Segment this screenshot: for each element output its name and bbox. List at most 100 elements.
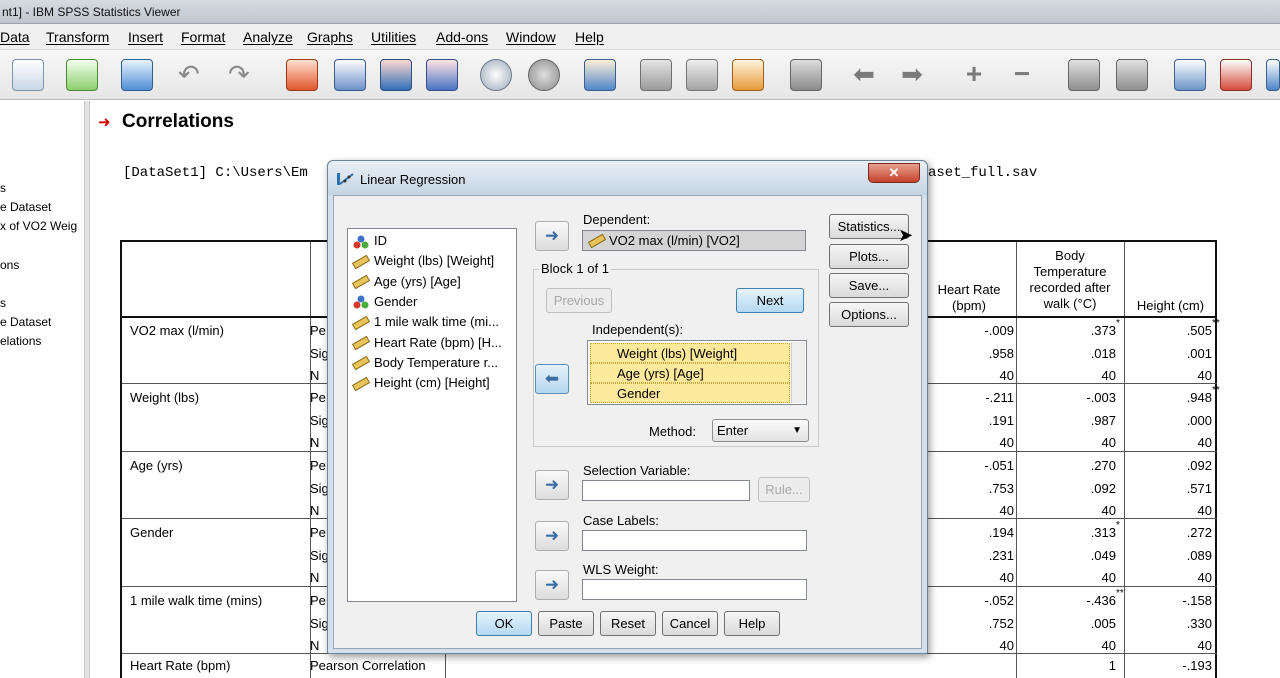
value-labels-icon[interactable]	[584, 59, 616, 91]
plots-button[interactable]: Plots...	[829, 244, 909, 269]
outline-item[interactable]: elations	[0, 334, 41, 348]
variable-item[interactable]: Body Temperature r...	[351, 355, 498, 375]
menu-transform[interactable]: Transform	[46, 29, 109, 45]
independent-item[interactable]: Gender	[590, 383, 790, 403]
variable-item[interactable]: Height (cm) [Height]	[351, 375, 490, 395]
script-icon[interactable]	[686, 59, 718, 91]
export-icon[interactable]	[66, 59, 98, 91]
insert-heading-icon[interactable]	[1174, 59, 1206, 91]
outline-pane: s e Dataset x of VO2 Weig ons s e Datase…	[0, 101, 84, 678]
insert-cases-icon[interactable]	[380, 59, 412, 91]
independent-item[interactable]: Age (yrs) [Age]	[590, 363, 790, 383]
row-label: VO2 max (l/min)	[130, 323, 224, 338]
significance-mark: *	[1116, 520, 1120, 531]
move-to-selection-button[interactable]: ➜	[535, 470, 569, 500]
row-sublabel: Sig	[310, 615, 329, 631]
variable-item[interactable]: Age (yrs) [Age]	[351, 274, 461, 294]
print-preview-icon[interactable]	[12, 59, 44, 91]
menu-utilities[interactable]: Utilities	[371, 29, 416, 45]
redo-icon[interactable]: ↷	[228, 61, 260, 87]
outline-item[interactable]: x of VO2 Weig	[0, 219, 77, 233]
variable-item[interactable]: 1 mile walk time (mi...	[351, 314, 499, 334]
cell-value: 40	[1197, 435, 1212, 450]
cell-value: 40	[1197, 503, 1212, 518]
variable-item[interactable]: Weight (lbs) [Weight]	[351, 253, 494, 273]
cell-value: .373	[1090, 323, 1116, 338]
show-all-icon[interactable]	[640, 59, 672, 91]
move-from-independents-button[interactable]: ⬅	[535, 364, 569, 394]
outline-item[interactable]: e Dataset	[0, 200, 51, 214]
row-sublabel: Pearson Correlation	[310, 658, 426, 673]
cell-value: .191	[988, 412, 1014, 428]
cell-value: .005	[1090, 615, 1116, 631]
designate-window-icon[interactable]	[480, 59, 512, 91]
variable-item[interactable]: Gender	[352, 294, 417, 314]
cell-value: .313	[1090, 525, 1116, 540]
recall-dialog-icon[interactable]	[121, 59, 153, 91]
row-label: Heart Rate (bpm)	[130, 658, 231, 673]
col-header-text: Body Temperature recorded after walk (°C…	[1029, 248, 1111, 311]
close-button[interactable]: ✕	[868, 163, 920, 183]
help-button[interactable]: Help	[724, 611, 780, 636]
statistics-button[interactable]: Statistics...	[829, 214, 909, 239]
move-to-case-labels-button[interactable]: ➜	[535, 521, 569, 551]
variable-item[interactable]: Heart Rate (bpm) [H...	[351, 335, 502, 355]
variable-source-list[interactable]: ID Weight (lbs) [Weight] Age (yrs) [Age] Ge…	[347, 228, 517, 602]
case-labels-field[interactable]	[582, 530, 807, 551]
independents-scrollbar[interactable]	[791, 342, 805, 403]
outline-item[interactable]: s	[0, 181, 6, 195]
independent-item-label: Weight (lbs) [Weight]	[617, 346, 738, 361]
menu-insert[interactable]: Insert	[128, 29, 163, 45]
outline-item[interactable]: e Dataset	[0, 315, 51, 329]
wls-weight-field[interactable]	[582, 579, 807, 600]
show-icon[interactable]	[1068, 59, 1100, 91]
dependent-field[interactable]: VO2 max (l/min) [VO2]	[582, 230, 806, 251]
menu-help[interactable]: Help	[575, 29, 604, 45]
variable-item[interactable]: ID	[352, 233, 387, 253]
independent-item[interactable]: Weight (lbs) [Weight]	[590, 343, 790, 363]
goto-data-icon[interactable]	[286, 59, 318, 91]
variables-icon[interactable]	[426, 59, 458, 91]
outline-item[interactable]: ons	[0, 258, 19, 272]
menu-addons[interactable]: Add-ons	[436, 29, 488, 45]
menu-data[interactable]: Data	[0, 29, 30, 45]
menu-graphs[interactable]: Graphs	[307, 29, 353, 45]
cell-value: -.193	[1182, 658, 1212, 673]
rule-button[interactable]: Rule...	[758, 477, 810, 502]
expand-icon[interactable]: +	[958, 60, 990, 96]
options-button[interactable]: Options...	[829, 302, 909, 327]
dialog-title-bar[interactable]: Linear Regression ✕	[328, 161, 927, 195]
reset-button[interactable]: Reset	[600, 611, 656, 636]
promote-icon[interactable]: ⬅	[848, 61, 880, 96]
demote-icon[interactable]: ➡	[896, 61, 928, 96]
undo-icon[interactable]: ↶	[178, 61, 210, 87]
save-button[interactable]: Save...	[829, 273, 909, 298]
insert-title-icon[interactable]	[1220, 59, 1252, 91]
menu-format[interactable]: Format	[181, 29, 225, 45]
next-button[interactable]: Next	[736, 288, 804, 313]
collapse-icon[interactable]: −	[1006, 60, 1038, 96]
previous-button[interactable]: Previous	[546, 288, 612, 313]
method-dropdown[interactable]: Enter ▼	[712, 419, 809, 442]
cancel-button[interactable]: Cancel	[662, 611, 718, 636]
designate-icon[interactable]	[790, 59, 822, 91]
run-script-icon[interactable]	[732, 59, 764, 91]
goto-case-icon[interactable]	[334, 59, 366, 91]
insert-text-icon[interactable]	[1266, 59, 1280, 91]
independents-list[interactable]: Weight (lbs) [Weight] Age (yrs) [Age] Ge…	[587, 340, 807, 405]
row-sublabel: N	[310, 503, 320, 518]
move-to-wls-button[interactable]: ➜	[535, 570, 569, 600]
hide-icon[interactable]	[1116, 59, 1148, 91]
selection-variable-field[interactable]	[582, 480, 750, 501]
move-to-dependent-button[interactable]: ➜	[535, 221, 569, 251]
ok-button[interactable]: OK	[476, 611, 532, 636]
paste-button[interactable]: Paste	[538, 611, 594, 636]
weight-cases-icon[interactable]	[528, 59, 560, 91]
cell-value: 40	[1101, 368, 1116, 383]
outline-item[interactable]: s	[0, 296, 6, 310]
cell-value: .018	[1090, 345, 1116, 361]
menu-analyze[interactable]: Analyze	[243, 29, 293, 45]
case-labels-label: Case Labels:	[583, 513, 659, 528]
method-label: Method:	[649, 424, 696, 439]
menu-window[interactable]: Window	[506, 29, 556, 45]
